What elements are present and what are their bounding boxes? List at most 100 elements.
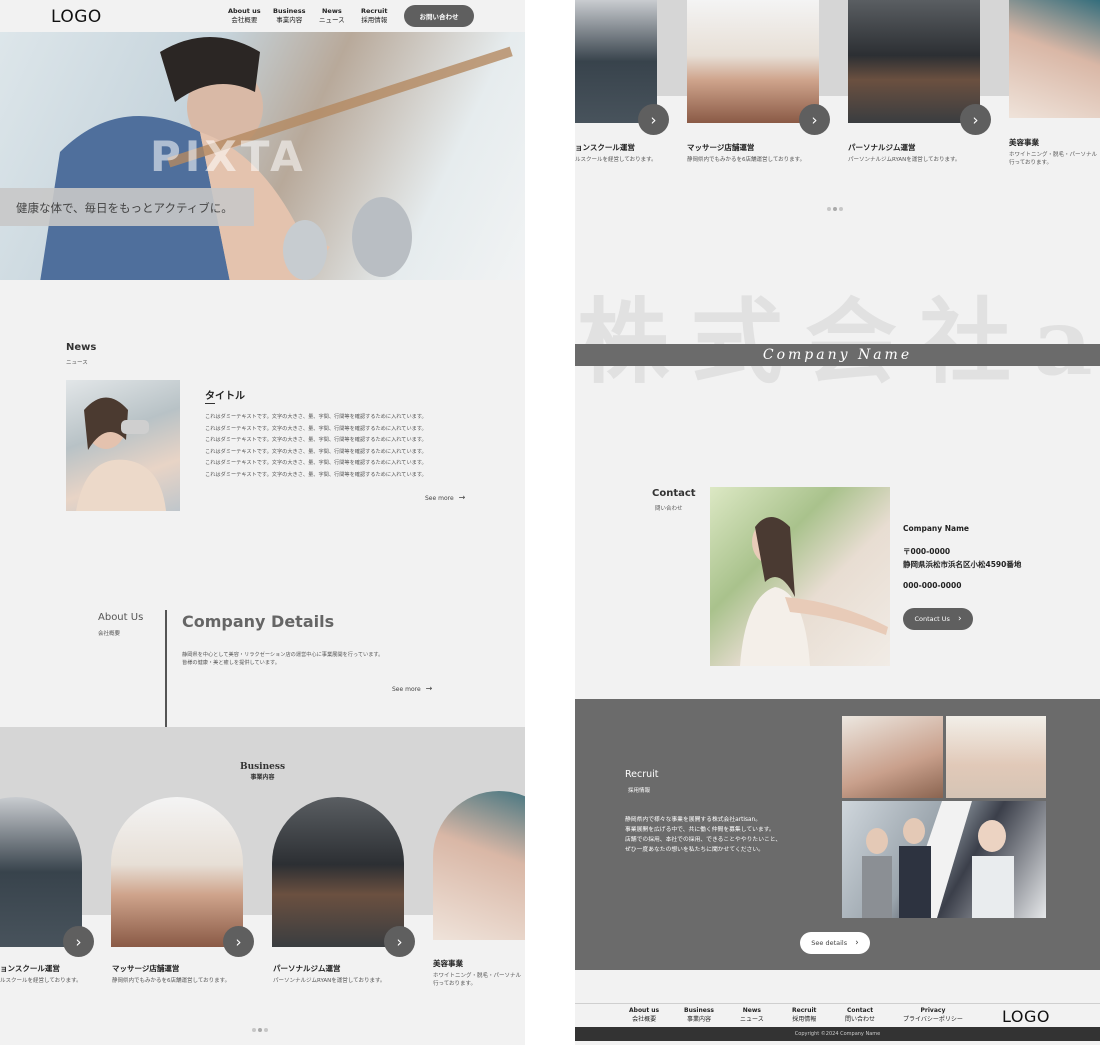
business-card-desc: ルスクールを経営しております。 <box>0 978 82 984</box>
news-body-line: これはダミーテキストです。文字の大きさ、量、字間、行間等を確認するために入れてい… <box>205 425 427 432</box>
header-contact-button[interactable]: お問い合わせ <box>404 5 474 27</box>
news-title-en: News <box>66 342 97 353</box>
about-body: 静岡県を中心として美容・リラクゼーション店の運営中心に事業展開を行っています。 … <box>182 652 383 667</box>
recruit-body-line: 事業展開を広げる中で、共に働く仲間を募集しています。 <box>625 827 775 833</box>
company-name-text: Company Name <box>762 347 913 363</box>
recruit-section: Recruit 採用情報 静岡県内で様々な事業を展開する株式会社artisan。… <box>575 699 1100 970</box>
business-carousel-dots[interactable] <box>827 196 845 215</box>
carousel-dot[interactable] <box>839 207 843 211</box>
news-body-line: これはダミーテキストです。文字の大きさ、量、字間、行間等を確認するために入れてい… <box>205 448 427 455</box>
business-card-school-image[interactable] <box>575 0 657 123</box>
business-card-gym-button[interactable]: › <box>384 926 415 957</box>
business-card-massage-button[interactable]: › <box>223 926 254 957</box>
business-card-massage-button[interactable]: › <box>799 104 830 135</box>
nav-business[interactable]: Business 事業内容 <box>273 7 305 25</box>
news-image[interactable] <box>66 380 180 511</box>
business-card-gym-image[interactable] <box>848 0 980 123</box>
business-carousel-dots[interactable] <box>252 1017 270 1036</box>
arrow-right-icon: → <box>425 684 433 693</box>
about-see-more-label: See more <box>392 686 421 693</box>
contact-figure-illustration <box>740 517 888 666</box>
footer-nav-privacy-ja: プライバシーポリシー <box>903 1016 963 1023</box>
hero-image: PIXTA 健康な体で、毎日をもっとアクティブに。 <box>0 32 525 280</box>
about-title-en: About Us <box>98 612 144 623</box>
recruit-body-line: 店舗での採用、本社での採用、できることややりたいこと、 <box>625 837 782 843</box>
chevron-right-icon: › <box>972 110 979 129</box>
news-figure-illustration <box>76 397 166 511</box>
hero-catch-box: 健康な体で、毎日をもっとアクティブに。 <box>0 188 254 226</box>
company-watermark-text: 株式会社a <box>577 288 1100 396</box>
footer-nav-recruit-en: Recruit <box>792 1007 817 1014</box>
business-card-title: 美容事業 <box>1009 138 1039 147</box>
header-logo[interactable]: LOGO <box>51 7 102 27</box>
footer-nav-business[interactable]: Business 事業内容 <box>684 1006 714 1024</box>
contact-phone[interactable]: 000-000-0000 <box>903 581 961 590</box>
company-name-band: Company Name <box>575 344 1100 366</box>
news-body-line: これはダミーテキストです。文字の大きさ、量、字間、行間等を確認するために入れてい… <box>205 414 427 420</box>
business-card-gym-image[interactable] <box>272 797 404 947</box>
hero-catch-copy: 健康な体で、毎日をもっとアクティブに。 <box>16 201 233 215</box>
contact-us-label: Contact Us <box>914 615 950 623</box>
business-card-school-button[interactable]: › <box>63 926 94 957</box>
about-body-line: 静岡県を中心として美容・リラクゼーション店の運営中心に事業展開を行っています。 <box>182 652 384 658</box>
business-card-desc-2: 行っております。 <box>433 981 477 987</box>
news-see-more-link[interactable]: See more → <box>425 493 465 502</box>
news-article-title[interactable]: タイトル <box>205 387 245 402</box>
about-see-more-link[interactable]: See more → <box>392 684 432 693</box>
business-card-massage-image[interactable] <box>111 797 243 947</box>
footer-nav-contact[interactable]: Contact 問い合わせ <box>845 1006 875 1024</box>
footer-nav-recruit[interactable]: Recruit 採用情報 <box>792 1006 816 1024</box>
carousel-dot[interactable] <box>264 1028 268 1032</box>
business-card-title: パーソナルジム運営 <box>273 964 341 973</box>
contact-company-name: Company Name <box>903 524 969 533</box>
business-card-gym-button[interactable]: › <box>960 104 991 135</box>
nav-news[interactable]: News ニュース <box>319 7 345 25</box>
footer-nav-news-ja: ニュース <box>740 1016 764 1023</box>
recruit-see-details-label: See details <box>811 939 848 947</box>
footer-nav-business-ja: 事業内容 <box>686 1016 711 1023</box>
nav-news-ja: ニュース <box>319 16 345 24</box>
footer-nav-news[interactable]: News ニュース <box>740 1006 764 1024</box>
footer-logo[interactable]: LOGO <box>1002 1007 1050 1026</box>
carousel-dot-active[interactable] <box>258 1028 262 1032</box>
business-card-title: 美容事業 <box>433 959 463 968</box>
footer-nav-contact-en: Contact <box>846 1007 874 1014</box>
business-card-beauty-image[interactable] <box>1009 0 1100 118</box>
carousel-dot[interactable] <box>827 207 831 211</box>
contact-address: 静岡県浜松市浜名区小松4590番地 <box>903 560 1022 569</box>
chevron-right-icon: › <box>396 932 403 951</box>
business-title-ja: 事業内容 <box>250 774 275 781</box>
footer-nav-about-en: About us <box>629 1007 660 1014</box>
business-card-school-button[interactable]: › <box>638 104 669 135</box>
hero-stock-watermark: PIXTA <box>150 132 307 181</box>
page-top-half: LOGO About us 会社概要 Business 事業内容 News ニュ… <box>0 0 525 1045</box>
contact-image <box>710 487 890 666</box>
business-card-desc: パーソンナルジムRYANを運営しております。 <box>848 157 961 163</box>
chevron-right-icon: › <box>650 110 657 129</box>
news-title-ja: ニュース <box>66 360 88 366</box>
contact-us-button[interactable]: Contact Us › <box>903 608 973 630</box>
business-card-desc: ルスクールを経営しております。 <box>575 157 657 163</box>
news-body-line: これはダミーテキストです。文字の大きさ、量、字間、行間等を確認するために入れてい… <box>205 437 427 444</box>
nav-business-ja: 事業内容 <box>276 16 303 24</box>
nav-recruit-en: Recruit <box>361 7 388 15</box>
business-card-massage-image[interactable] <box>687 0 819 123</box>
recruit-title-en: Recruit <box>625 769 659 780</box>
site-header: LOGO About us 会社概要 Business 事業内容 News ニュ… <box>0 0 525 32</box>
carousel-dot[interactable] <box>252 1028 256 1032</box>
footer-nav-privacy[interactable]: Privacy プライバシーポリシー <box>903 1006 963 1024</box>
recruit-see-details-button[interactable]: See details › <box>800 932 870 954</box>
recruit-body-line: ぜひ一度あなたの想いを私たちに聞かせてください。 <box>625 847 764 853</box>
footer-nav-business-en: Business <box>684 1007 714 1014</box>
page-bottom-half: › › › ョンスクール運営 ルスクールを経営しております。 マッサージ店舗運営… <box>575 0 1100 1045</box>
footer-nav-about[interactable]: About us 会社概要 <box>629 1006 659 1024</box>
footer-copyright-bar: Copyright ©2024 Company Name <box>575 1027 1100 1041</box>
business-card-title: ョンスクール運営 <box>0 964 60 973</box>
nav-about[interactable]: About us 会社概要 <box>228 7 261 25</box>
recruit-body: 静岡県内で様々な事業を展開する株式会社artisan。 事業展開を広げる中で、共… <box>625 815 781 855</box>
about-divider <box>165 610 167 727</box>
carousel-dot-active[interactable] <box>833 207 837 211</box>
nav-recruit[interactable]: Recruit 採用情報 <box>361 7 387 25</box>
contact-title-ja: 問い合わせ <box>655 506 683 512</box>
chevron-right-icon: › <box>75 932 82 951</box>
